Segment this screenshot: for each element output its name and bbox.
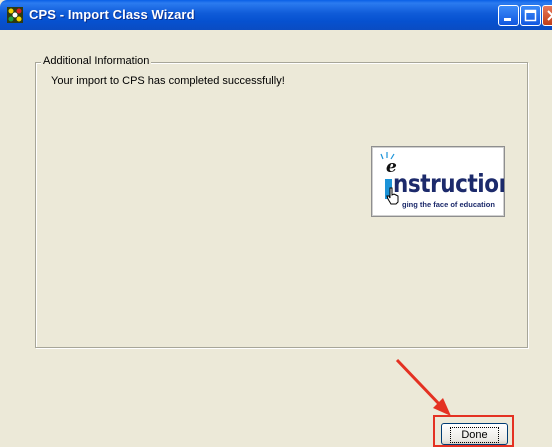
group-label: Additional Information xyxy=(41,55,152,67)
close-icon xyxy=(547,10,552,21)
logo-wordmark: nstruction xyxy=(393,169,505,198)
minimize-icon xyxy=(504,18,511,21)
title-bar[interactable]: CPS - Import Class Wizard xyxy=(0,0,552,30)
cps-app-icon xyxy=(7,7,23,23)
red-arrow-annotation xyxy=(395,358,451,416)
pointing-hand-icon xyxy=(386,187,399,205)
done-label: Done xyxy=(450,426,499,443)
maximize-button[interactable] xyxy=(520,5,541,26)
import-success-message: Your import to CPS has completed success… xyxy=(51,75,285,87)
einstruction-logo: e nstruction ging the face of education xyxy=(371,146,505,217)
maximize-icon xyxy=(524,9,537,22)
close-button[interactable] xyxy=(542,5,552,26)
window-title: CPS - Import Class Wizard xyxy=(29,7,195,22)
done-button[interactable]: Done xyxy=(441,423,508,445)
logo-tagline: ging the face of education xyxy=(402,200,495,209)
minimize-button[interactable] xyxy=(498,5,519,26)
